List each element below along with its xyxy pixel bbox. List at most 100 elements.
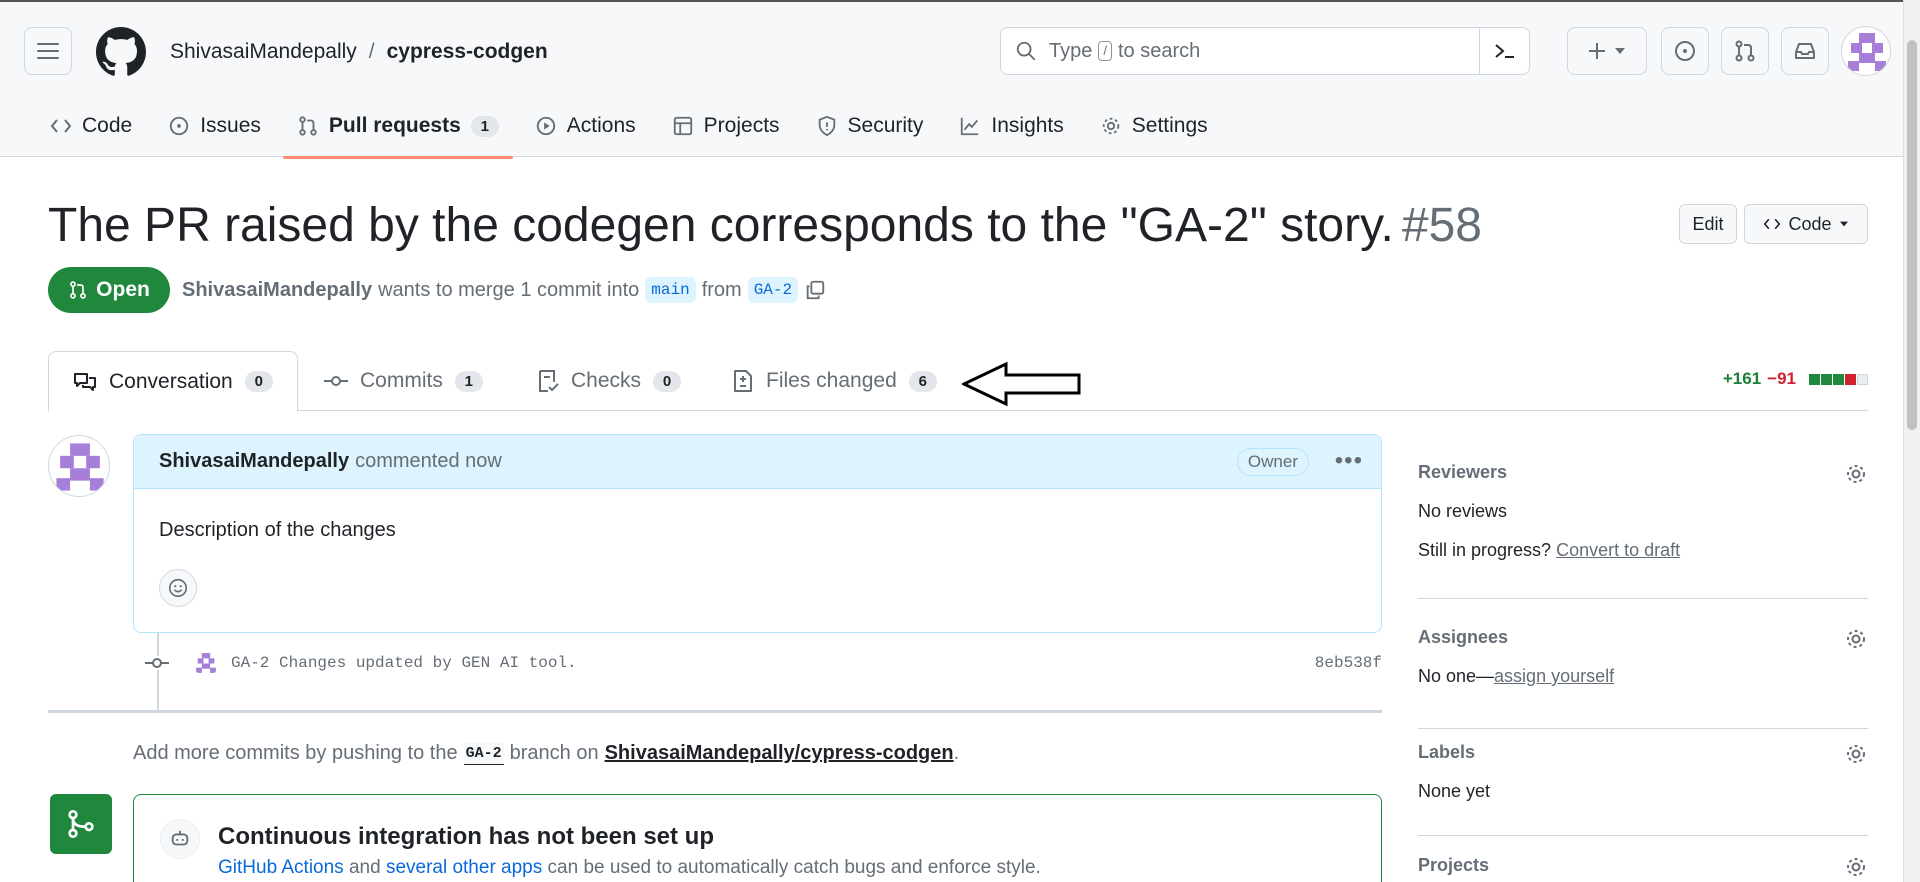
file-diff-icon bbox=[734, 370, 752, 392]
terminal-icon bbox=[1494, 44, 1514, 58]
gear-icon[interactable] bbox=[1844, 627, 1868, 651]
command-palette-button[interactable] bbox=[1479, 28, 1529, 74]
table-icon bbox=[673, 116, 692, 136]
kebab-menu-icon[interactable]: ••• bbox=[1335, 447, 1363, 475]
robot-icon bbox=[160, 819, 200, 859]
owner-link[interactable]: ShivasaiMandepally bbox=[170, 40, 357, 64]
menu-button[interactable] bbox=[24, 27, 72, 75]
smiley-icon bbox=[168, 578, 188, 598]
owner-badge: Owner bbox=[1236, 448, 1309, 476]
conversation-counter: 0 bbox=[244, 371, 273, 392]
github-logo-icon[interactable] bbox=[96, 27, 146, 77]
ci-notice: Continuous integration has not been set … bbox=[133, 794, 1382, 882]
reviewers-heading[interactable]: Reviewers bbox=[1418, 462, 1868, 483]
tab-code[interactable]: Code bbox=[32, 102, 150, 150]
reviewers-value: No reviews bbox=[1418, 501, 1508, 521]
search-placeholder-prefix: Type bbox=[1049, 39, 1093, 62]
commit-sha[interactable]: 8eb538f bbox=[1315, 654, 1382, 672]
github-actions-link[interactable]: GitHub Actions bbox=[218, 857, 344, 878]
inbox-icon bbox=[1795, 43, 1815, 59]
base-branch[interactable]: main bbox=[645, 277, 696, 303]
labels-heading[interactable]: Labels bbox=[1418, 742, 1868, 763]
commit-author-avatar[interactable] bbox=[193, 650, 219, 676]
plus-icon bbox=[1589, 43, 1605, 59]
convert-to-draft-link[interactable]: Convert to draft bbox=[1556, 540, 1680, 560]
tab-checks[interactable]: Checks 0 bbox=[537, 351, 682, 411]
push-note-repo-link[interactable]: ShivasaiMandepally/cypress-codgen bbox=[605, 742, 954, 764]
search-input[interactable]: Type / to search bbox=[1000, 27, 1530, 75]
other-apps-link[interactable]: several other apps bbox=[386, 857, 542, 878]
edit-button[interactable]: Edit bbox=[1679, 204, 1737, 244]
projects-heading[interactable]: Projects bbox=[1418, 855, 1868, 876]
issues-button[interactable] bbox=[1661, 27, 1709, 75]
pr-state-badge: Open bbox=[48, 267, 170, 313]
code-icon bbox=[1764, 218, 1781, 230]
tab-insights-label: Insights bbox=[991, 114, 1064, 137]
comment-author[interactable]: ShivasaiMandepally bbox=[159, 450, 349, 473]
chevron-down-icon bbox=[1615, 48, 1625, 54]
issue-opened-icon bbox=[170, 116, 189, 136]
assign-yourself-link[interactable]: assign yourself bbox=[1494, 666, 1614, 686]
user-avatar[interactable] bbox=[1841, 26, 1891, 76]
chevron-down-icon bbox=[1839, 221, 1848, 227]
draft-note-text: Still in progress? bbox=[1418, 540, 1552, 560]
tab-conversation[interactable]: Conversation 0 bbox=[48, 351, 298, 412]
tab-issues[interactable]: Issues bbox=[150, 102, 279, 150]
breadcrumb: ShivasaiMandepally / cypress-codgen bbox=[170, 40, 548, 64]
tab-actions[interactable]: Actions bbox=[517, 102, 654, 150]
ci-rest-text: can be used to automatically catch bugs … bbox=[547, 857, 1041, 878]
checks-counter: 0 bbox=[653, 370, 682, 392]
gear-icon[interactable] bbox=[1844, 855, 1868, 879]
tab-files-changed[interactable]: Files changed 6 bbox=[732, 351, 937, 411]
tab-code-label: Code bbox=[82, 114, 133, 137]
tab-commits-label: Commits bbox=[360, 369, 443, 392]
push-note-branch: GA-2 bbox=[463, 742, 504, 765]
comment-discussion-icon bbox=[74, 372, 96, 391]
tab-conversation-label: Conversation bbox=[109, 369, 233, 393]
tab-insights[interactable]: Insights bbox=[941, 102, 1081, 150]
lines-added: +161 bbox=[1722, 369, 1762, 388]
checklist-icon bbox=[539, 370, 559, 392]
scrollbar-thumb[interactable] bbox=[1907, 40, 1917, 430]
gear-icon[interactable] bbox=[1844, 742, 1868, 766]
diffstat-block bbox=[1845, 373, 1856, 385]
tab-commits[interactable]: Commits 1 bbox=[324, 351, 483, 411]
from-text: from bbox=[701, 278, 742, 301]
pr-number: #58 bbox=[1401, 199, 1482, 252]
code-dropdown-button[interactable]: Code bbox=[1744, 204, 1868, 244]
git-commit-icon bbox=[145, 656, 169, 670]
tab-security-label: Security bbox=[847, 114, 924, 137]
diffstat-bar bbox=[1808, 373, 1868, 385]
search-icon bbox=[1016, 41, 1036, 61]
tab-security[interactable]: Security bbox=[798, 102, 942, 150]
create-new-button[interactable] bbox=[1567, 27, 1647, 75]
author-avatar[interactable] bbox=[48, 435, 110, 497]
diffstat-block bbox=[1857, 373, 1868, 385]
pull-requests-button[interactable] bbox=[1721, 27, 1769, 75]
inbox-button[interactable] bbox=[1781, 27, 1829, 75]
graph-icon bbox=[961, 117, 979, 136]
ci-title: Continuous integration has not been set … bbox=[218, 823, 714, 850]
gear-icon bbox=[1102, 117, 1120, 135]
assignees-heading[interactable]: Assignees bbox=[1418, 627, 1868, 648]
gear-icon[interactable] bbox=[1844, 462, 1868, 486]
commit-message[interactable]: GA-2 Changes updated by GEN AI tool. bbox=[231, 654, 577, 672]
head-branch[interactable]: GA-2 bbox=[747, 277, 799, 303]
pr-author-link[interactable]: ShivasaiMandepally bbox=[182, 279, 372, 302]
annotation-arrow-icon bbox=[962, 361, 1081, 407]
tab-settings[interactable]: Settings bbox=[1082, 102, 1226, 150]
draft-note: Still in progress? Convert to draft bbox=[1418, 540, 1868, 561]
tab-projects[interactable]: Projects bbox=[654, 102, 798, 150]
tab-pull-requests[interactable]: Pull requests 1 bbox=[279, 102, 517, 159]
pr-title: The PR raised by the codegen corresponds… bbox=[48, 198, 1482, 253]
comment-time[interactable]: commented now bbox=[355, 450, 502, 473]
add-reaction-button[interactable] bbox=[159, 569, 197, 607]
repo-link[interactable]: cypress-codgen bbox=[387, 40, 548, 64]
commit-item: GA-2 Changes updated by GEN AI tool. 8eb… bbox=[145, 648, 1382, 678]
page-scrollbar[interactable] bbox=[1903, 0, 1920, 882]
breadcrumb-separator: / bbox=[368, 40, 375, 63]
push-note: Add more commits by pushing to the GA-2 … bbox=[133, 742, 959, 765]
comment-body: Description of the changes bbox=[159, 519, 396, 541]
tab-settings-label: Settings bbox=[1131, 114, 1208, 137]
copy-icon[interactable] bbox=[804, 279, 826, 301]
